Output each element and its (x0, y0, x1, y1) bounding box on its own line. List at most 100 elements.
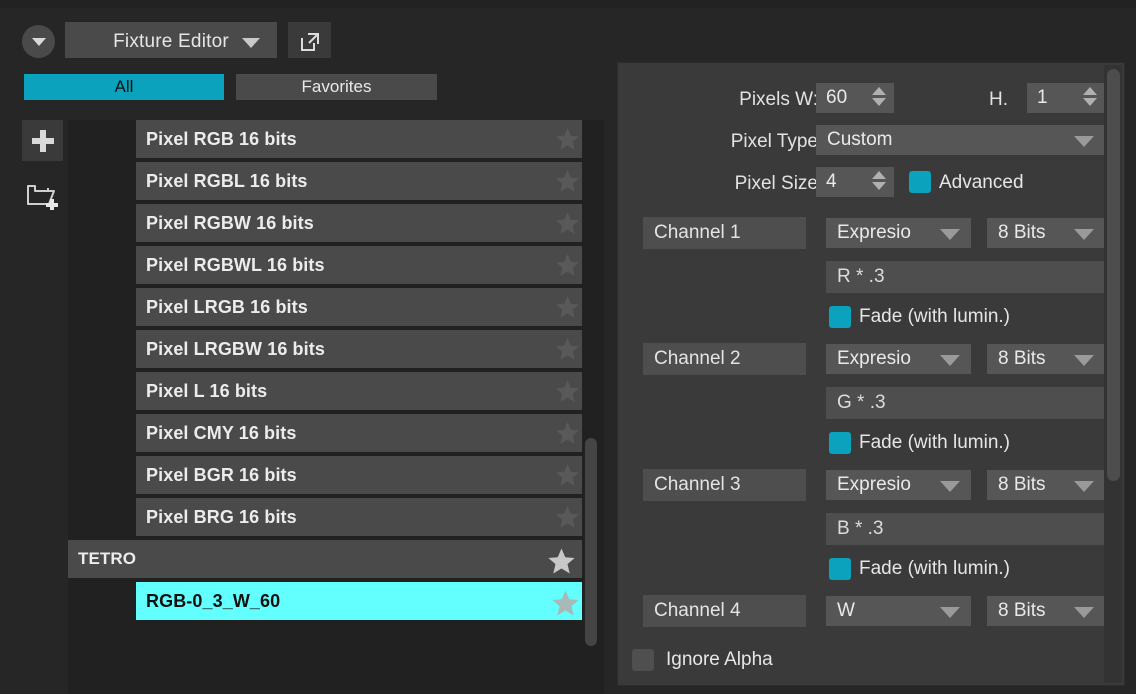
channel-3-source-value: Expresio (837, 474, 911, 495)
ignore-alpha-checkbox[interactable] (632, 649, 654, 671)
channel-3-name-value: Channel 3 (654, 474, 741, 495)
fixture-list-scrollbar[interactable] (582, 120, 600, 694)
channel-3-fade-checkbox[interactable] (829, 558, 851, 580)
pixels-height-stepper[interactable]: 1 (1027, 83, 1105, 113)
channel-2-expression-field[interactable]: G * .3 (826, 387, 1105, 419)
stepper-up-icon[interactable] (872, 171, 886, 179)
channel-3-name-field[interactable]: Channel 3 (643, 469, 806, 501)
stepper-down-icon[interactable] (872, 182, 886, 190)
chevron-down-icon (242, 37, 260, 48)
channel-2-bits-dropdown[interactable]: 8 Bits (987, 344, 1105, 374)
list-item[interactable]: Pixel RGBWL 16 bits (136, 246, 591, 284)
list-item[interactable]: Pixel LRGB 16 bits (136, 288, 591, 326)
pixel-type-dropdown[interactable]: Custom (816, 125, 1105, 155)
stepper-arrows-icon[interactable] (872, 87, 886, 106)
advanced-checkbox[interactable] (909, 171, 931, 193)
star-icon[interactable] (554, 420, 581, 446)
channel-4-bits-dropdown[interactable]: 8 Bits (987, 596, 1105, 626)
list-group-row[interactable]: TETRO (68, 540, 589, 578)
list-item[interactable]: Pixel CMY 16 bits (136, 414, 591, 452)
list-item[interactable]: Pixel BRG 16 bits (136, 498, 591, 536)
chevron-down-icon (1074, 229, 1094, 240)
channel-1-expression-field[interactable]: R * .3 (826, 261, 1105, 293)
channel-1-fade-checkbox[interactable] (829, 306, 851, 328)
chevron-down-icon (1074, 481, 1094, 492)
window-top-strip (0, 0, 1136, 8)
header-bar: Fixture Editor (0, 8, 1136, 61)
channel-3-bits-value: 8 Bits (998, 474, 1046, 495)
tab-favorites[interactable]: Favorites (236, 74, 437, 100)
chevron-down-icon (940, 355, 960, 366)
channel-2-fade-checkbox[interactable] (829, 432, 851, 454)
library-filter-tabs: All Favorites (24, 74, 437, 100)
ignore-alpha-label: Ignore Alpha (666, 649, 773, 670)
pixels-height-label: H. (989, 89, 1008, 110)
channel-4-name-value: Channel 4 (654, 600, 741, 621)
star-icon[interactable] (546, 546, 577, 576)
channel-1-name-value: Channel 1 (654, 222, 741, 243)
channel-2-source-dropdown[interactable]: Expresio (826, 344, 971, 374)
star-icon[interactable] (554, 168, 581, 194)
stepper-up-icon[interactable] (872, 87, 886, 95)
fixture-list-scrollbar-thumb[interactable] (585, 438, 597, 646)
stepper-up-icon[interactable] (1083, 87, 1097, 95)
star-icon[interactable] (554, 336, 581, 362)
list-item[interactable]: Pixel L 16 bits (136, 372, 591, 410)
channel-1-bits-dropdown[interactable]: 8 Bits (987, 218, 1105, 248)
properties-scrollbar[interactable] (1104, 65, 1122, 683)
list-item-label: Pixel LRGBW 16 bits (146, 338, 325, 359)
channel-2-bits-value: 8 Bits (998, 348, 1046, 369)
list-item[interactable]: Pixel RGB 16 bits (136, 120, 591, 158)
channel-3-bits-dropdown[interactable]: 8 Bits (987, 470, 1105, 500)
pixels-width-stepper[interactable]: 60 (816, 83, 894, 113)
advanced-label: Advanced (939, 172, 1024, 193)
fixture-properties-content: Pixels W: 60 H. 1 Pixel Type Custom Pixe… (618, 63, 1105, 685)
pixel-type-value: Custom (827, 129, 893, 150)
channel-3-source-dropdown[interactable]: Expresio (826, 470, 971, 500)
channel-1-name-field[interactable]: Channel 1 (643, 217, 806, 249)
properties-scrollbar-thumb[interactable] (1107, 69, 1120, 481)
stepper-arrows-icon[interactable] (1083, 87, 1097, 106)
channel-1-source-dropdown[interactable]: Expresio (826, 218, 971, 248)
stepper-down-icon[interactable] (872, 98, 886, 106)
panel-menu-button[interactable] (22, 25, 55, 58)
list-item-label: Pixel BRG 16 bits (146, 506, 297, 527)
stepper-down-icon[interactable] (1083, 98, 1097, 106)
fixture-properties-panel: Pixels W: 60 H. 1 Pixel Type Custom Pixe… (617, 62, 1125, 686)
star-icon[interactable] (554, 294, 581, 320)
list-item[interactable]: Pixel BGR 16 bits (136, 456, 591, 494)
panel-selector-dropdown[interactable]: Fixture Editor (65, 22, 277, 61)
channel-1-expression-value: R * .3 (837, 266, 885, 287)
star-icon[interactable] (554, 462, 581, 488)
fixture-list[interactable]: Pixel RGB 16 bits Pixel RGBL 16 bits Pix… (68, 120, 604, 694)
list-item-selected[interactable]: RGB-0_3_W_60 (136, 582, 591, 620)
tab-all[interactable]: All (24, 74, 224, 100)
pixel-size-label: Pixel Size (734, 173, 818, 194)
list-item-label: RGB-0_3_W_60 (146, 590, 281, 611)
star-icon[interactable] (550, 588, 581, 618)
star-icon[interactable] (554, 252, 581, 278)
list-item[interactable]: Pixel RGBW 16 bits (136, 204, 591, 242)
add-fixture-button[interactable] (22, 120, 63, 161)
channel-1-source-value: Expresio (837, 222, 911, 243)
list-group-label: TETRO (78, 549, 137, 568)
external-link-icon (300, 32, 319, 51)
list-item-label: Pixel RGBWL 16 bits (146, 254, 325, 275)
stepper-arrows-icon[interactable] (872, 171, 886, 190)
channel-2-name-field[interactable]: Channel 2 (643, 343, 806, 375)
list-item-label: Pixel RGBL 16 bits (146, 170, 308, 191)
star-icon[interactable] (554, 504, 581, 530)
star-icon[interactable] (554, 126, 581, 152)
list-item[interactable]: Pixel LRGBW 16 bits (136, 330, 591, 368)
channel-4-source-dropdown[interactable]: W (826, 596, 971, 626)
star-icon[interactable] (554, 210, 581, 236)
channel-4-name-field[interactable]: Channel 4 (643, 595, 806, 627)
star-icon[interactable] (554, 378, 581, 404)
channel-2-expression-value: G * .3 (837, 392, 886, 413)
chevron-down-circle-icon (31, 37, 46, 46)
popout-window-button[interactable] (288, 22, 331, 61)
new-folder-button[interactable] (22, 174, 63, 215)
channel-3-expression-field[interactable]: B * .3 (826, 513, 1105, 545)
list-item[interactable]: Pixel RGBL 16 bits (136, 162, 591, 200)
pixel-size-stepper[interactable]: 4 (816, 167, 894, 197)
